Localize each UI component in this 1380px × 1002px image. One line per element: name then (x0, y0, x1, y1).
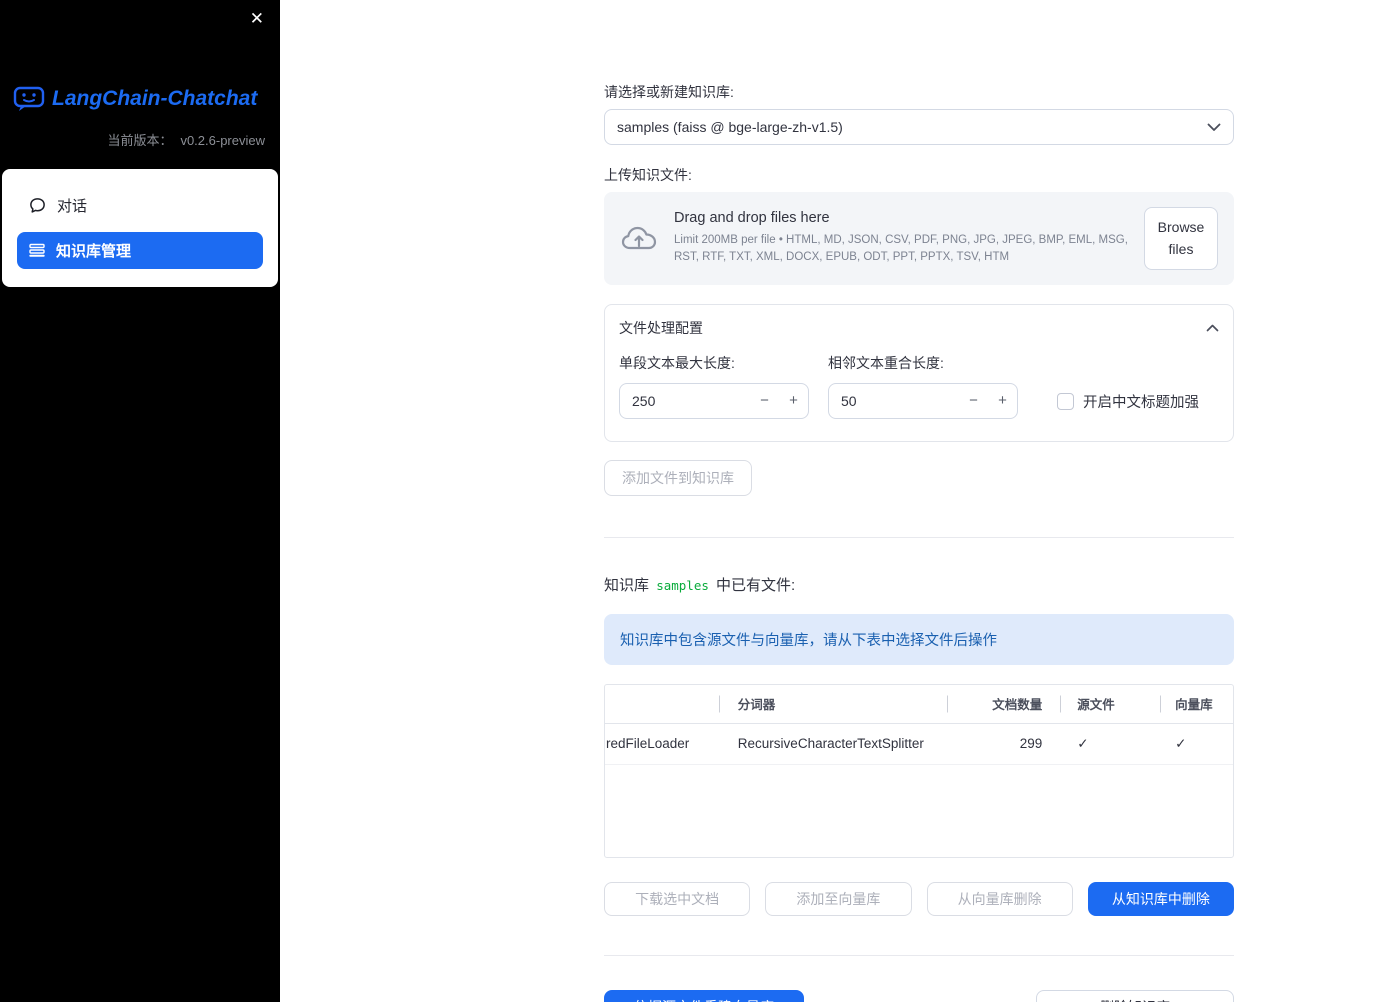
add-files-button[interactable]: 添加文件到知识库 (604, 459, 752, 496)
file-actions: 下载选中文档 添加至向量库 从向量库删除 从知识库中删除 (604, 881, 1234, 916)
files-table[interactable]: 分词器 文档数量 源文件 向量库 redFileLoader Recursive… (604, 683, 1234, 858)
info-box: 知识库中包含源文件与向量库，请从下表中选择文件后操作 (604, 613, 1234, 665)
kb-bottom-actions: 依据源文件重建向量库 删除知识库 (604, 989, 1234, 1002)
version-value: v0.2.6-preview (180, 133, 265, 148)
max-length-field: 单段文本最大长度: 250 − + (619, 353, 809, 419)
list-icon (29, 243, 45, 258)
download-selected-button[interactable]: 下载选中文档 (604, 881, 751, 916)
table-header-doc-count: 文档数量 (947, 685, 1060, 723)
zh-title-enhance-row: 开启中文标题加强 (1057, 385, 1199, 419)
expander-title: 文件处理配置 (619, 319, 703, 336)
delete-from-kb-button[interactable]: 从知识库中删除 (1087, 881, 1234, 916)
zh-title-enhance-label: 开启中文标题加强 (1083, 395, 1199, 412)
dropzone-title: Drag and drop files here (674, 210, 830, 227)
sidebar-item-knowledge-base[interactable]: 知识库管理 (17, 232, 263, 269)
add-to-vector-store-button[interactable]: 添加至向量库 (765, 881, 912, 916)
expander-header[interactable]: 文件处理配置 (605, 305, 1233, 347)
kb-select-value: samples (faiss @ bge-large-zh-v1.5) (617, 119, 843, 135)
table-header-vector-store: 向量库 (1160, 685, 1233, 723)
cell-doc-count: 299 (1019, 736, 1043, 752)
cell-splitter: RecursiveCharacterTextSplitter (737, 736, 924, 752)
app-logo: LangChain-Chatchat (13, 86, 280, 112)
kb-name-code: samples (656, 577, 709, 593)
main-area: 请选择或新建知识库: samples (faiss @ bge-large-zh… (280, 0, 1380, 1002)
version-label: 当前版本： v0.2.6-preview (0, 112, 280, 149)
max-length-stepper[interactable]: 250 − + (619, 382, 809, 419)
sidebar-item-chat[interactable]: 对话 (17, 187, 263, 224)
existing-suffix: 中已有文件: (716, 576, 796, 594)
existing-files-caption: 知识库 samples 中已有文件: (604, 574, 1234, 595)
table-header-row: 分词器 文档数量 源文件 向量库 (605, 685, 1233, 724)
table-header-splitter: 分词器 (718, 685, 948, 723)
chat-bubble-icon (29, 197, 46, 214)
sidebar-item-label: 对话 (57, 198, 88, 215)
logo-chat-icon (13, 86, 45, 112)
sidebar-close-button[interactable]: ✕ (246, 6, 268, 31)
max-length-label: 单段文本最大长度: (619, 354, 735, 371)
cell-source-file-check: ✓ (1077, 735, 1089, 751)
browse-files-button[interactable]: Browse files (1144, 207, 1218, 270)
file-config-expander: 文件处理配置 单段文本最大长度: 250 − + 相邻文本重合长度: 50 − … (604, 303, 1234, 442)
overlap-value: 50 (841, 392, 857, 409)
chevron-up-icon (1206, 324, 1219, 332)
cell-loader: redFileLoader (606, 736, 690, 752)
version-caption: 当前版本： (107, 133, 173, 148)
kb-select[interactable]: samples (faiss @ bge-large-zh-v1.5) (604, 109, 1234, 145)
increment-button[interactable]: + (988, 384, 1017, 418)
zh-title-enhance-checkbox[interactable] (1057, 393, 1074, 411)
dropzone-text: Drag and drop files here Limit 200MB per… (674, 210, 1128, 267)
delete-kb-button[interactable]: 删除知识库 (1036, 989, 1234, 1002)
overlap-stepper[interactable]: 50 − + (828, 382, 1018, 419)
cell-vector-store-check: ✓ (1175, 735, 1187, 751)
cloud-upload-icon (620, 224, 658, 252)
table-header-loader (605, 685, 719, 723)
table-row[interactable]: redFileLoader RecursiveCharacterTextSpli… (605, 724, 1233, 765)
app-root: ✕ LangChain-Chatchat 当前版本： v0.2.6-preview (0, 0, 1380, 1002)
app-title: LangChain-Chatchat (52, 87, 258, 110)
decrement-button[interactable]: − (959, 384, 988, 418)
divider (604, 954, 1234, 956)
upload-label: 上传知识文件: (604, 167, 692, 183)
sidebar: ✕ LangChain-Chatchat 当前版本： v0.2.6-preview (0, 0, 280, 1002)
kb-select-label: 请选择或新建知识库: (604, 84, 734, 100)
delete-from-vector-store-button[interactable]: 从向量库删除 (926, 881, 1073, 916)
max-length-value: 250 (632, 392, 656, 409)
table-header-source-file: 源文件 (1060, 685, 1160, 723)
rebuild-vector-store-button[interactable]: 依据源文件重建向量库 (604, 989, 804, 1002)
decrement-button[interactable]: − (750, 384, 779, 418)
increment-button[interactable]: + (779, 384, 808, 418)
sidebar-item-label: 知识库管理 (56, 243, 132, 260)
divider (604, 536, 1234, 538)
chevron-down-icon (1207, 123, 1221, 132)
expander-body: 单段文本最大长度: 250 − + 相邻文本重合长度: 50 − + 开启中文标… (605, 347, 1233, 441)
file-dropzone[interactable]: Drag and drop files here Limit 200MB per… (604, 192, 1234, 285)
sidebar-nav: 对话 知识库管理 (2, 169, 278, 287)
close-icon: ✕ (249, 9, 264, 28)
overlap-field: 相邻文本重合长度: 50 − + (828, 353, 1018, 419)
existing-prefix: 知识库 (604, 576, 650, 594)
dropzone-limits: Limit 200MB per file • HTML, MD, JSON, C… (674, 234, 1128, 264)
overlap-label: 相邻文本重合长度: (828, 354, 944, 371)
